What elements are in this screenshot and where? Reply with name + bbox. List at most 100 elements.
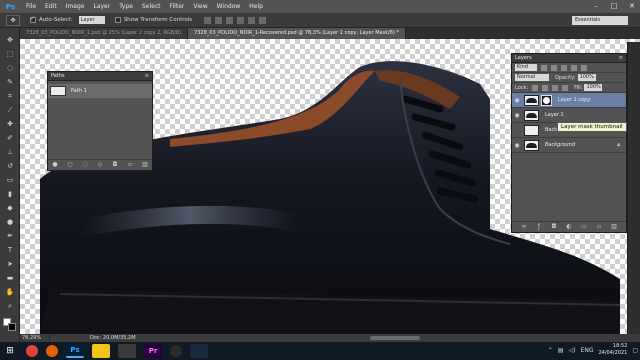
layer-mask-thumbnail[interactable] [541,94,552,106]
type-tool-icon[interactable]: T [5,246,15,254]
media-player-icon[interactable] [118,344,136,358]
filter-adjustment-icon[interactable] [551,64,557,71]
photoshop-taskbar-icon[interactable]: Ps [66,344,84,358]
group-icon[interactable]: ▭ [581,224,587,230]
make-work-path-icon[interactable]: ◇ [97,162,103,168]
filter-kind-dropdown[interactable]: Kind [515,64,537,71]
blend-mode-dropdown[interactable]: Normal [515,74,549,81]
layers-panel-title[interactable]: Layers [515,55,532,61]
auto-select-dropdown[interactable]: Layer [78,16,105,24]
gradient-tool-icon[interactable]: ▮ [5,190,15,198]
align-middle-icon[interactable] [215,16,223,24]
move-tool-icon[interactable]: ✥ [5,36,15,44]
layer-style-icon[interactable]: ƒ [536,224,542,230]
align-right-icon[interactable] [259,16,267,24]
eyedropper-tool-icon[interactable]: ⁄ [5,106,15,114]
windows-start-icon[interactable]: ⊞ [2,343,18,359]
layer-row[interactable]: ◉ Layer 1 copy [512,93,626,108]
horizontal-scrollbar[interactable] [370,336,420,340]
menu-edit[interactable]: Edit [45,3,57,10]
eye-icon[interactable]: ◉ [512,112,522,119]
eraser-tool-icon[interactable]: ▭ [5,176,15,184]
align-left-icon[interactable] [237,16,245,24]
new-layer-icon[interactable]: ▫ [596,224,602,230]
align-center-icon[interactable] [248,16,256,24]
zoom-level[interactable]: 78,29% [20,335,50,341]
obs-icon[interactable] [170,345,182,357]
firefox-icon[interactable] [46,345,58,357]
quick-select-tool-icon[interactable]: ✎ [5,78,15,86]
pen-tool-icon[interactable]: ✒ [5,232,15,240]
filter-pixel-icon[interactable] [541,64,547,71]
vegas-icon[interactable] [190,344,208,358]
lasso-tool-icon[interactable]: ◌ [5,64,15,72]
stroke-path-icon[interactable]: ○ [67,162,73,168]
load-selection-icon[interactable]: ◌ [82,162,88,168]
add-mask-icon[interactable]: ◘ [551,224,557,230]
filter-smart-object-icon[interactable] [581,64,587,71]
filter-shape-icon[interactable] [571,64,577,71]
menu-layer[interactable]: Layer [93,3,110,10]
zoom-tool-icon[interactable]: ⌕ [5,302,15,310]
healing-brush-tool-icon[interactable]: ✚ [5,120,15,128]
brush-tool-icon[interactable]: ✐ [5,134,15,142]
shape-tool-icon[interactable]: ▬ [5,274,15,282]
move-tool-preset-icon[interactable]: ✥ [6,14,20,26]
fill-field[interactable]: 100% [584,84,603,91]
menu-view[interactable]: View [193,3,207,10]
menu-type[interactable]: Type [119,3,133,10]
layer-row[interactable]: ◉ Layer 1 [512,108,626,123]
lock-position-icon[interactable] [552,84,559,91]
opacity-field[interactable]: 100% [577,74,596,81]
lock-image-icon[interactable] [542,84,549,91]
trash-icon[interactable]: ▥ [611,224,617,230]
eye-icon[interactable]: ◉ [512,142,522,149]
tab-document-1[interactable]: 7328_03_POLIDO_NOIR_1.psd @ 25% (Layer 2… [20,28,189,39]
blur-tool-icon[interactable]: ◆ [5,204,15,212]
new-path-icon[interactable]: ▫ [127,162,133,168]
background-color-swatch[interactable] [8,323,16,331]
marquee-tool-icon[interactable]: ⬚ [5,50,15,58]
chevron-up-icon[interactable]: ⌃ [548,347,553,354]
dodge-tool-icon[interactable]: ● [5,218,15,226]
history-brush-tool-icon[interactable]: ↺ [5,162,15,170]
panel-menu-icon[interactable]: ≡ [145,73,149,79]
layer-row[interactable]: ◉ Background 🔒︎ [512,138,626,153]
menu-file[interactable]: File [26,3,36,10]
add-mask-icon[interactable]: ◘ [112,162,118,168]
minimize-icon[interactable]: – [592,2,600,10]
premiere-taskbar-icon[interactable]: Pr [144,344,162,358]
lock-all-icon[interactable] [562,84,569,91]
paths-panel-header[interactable]: Paths ≡ [48,72,152,81]
align-bottom-icon[interactable] [226,16,234,24]
volume-icon[interactable]: ◁) [569,347,576,354]
lock-transparent-icon[interactable] [532,84,539,91]
chrome-icon[interactable] [26,345,38,357]
clock[interactable]: 18:52 24/04/2021 [599,343,628,357]
workspace-dropdown[interactable]: Essentials [572,16,628,25]
menu-filter[interactable]: Filter [170,3,185,10]
notifications-icon[interactable]: ▢ [632,347,638,354]
path-selection-tool-icon[interactable]: ➤ [5,260,15,268]
tab-document-2[interactable]: 7328_03_POLIDO_NOIR_1-Recovered.psd @ 78… [188,28,406,39]
layers-panel-header[interactable]: Layers ≡ [512,54,626,63]
path-item[interactable]: Path 1 [48,84,152,98]
language-indicator[interactable]: ENG [581,347,594,354]
show-transform-checkbox[interactable] [114,17,121,23]
network-icon[interactable]: ▤ [558,347,564,354]
adjustment-layer-icon[interactable]: ◐ [566,224,572,230]
file-explorer-icon[interactable] [92,344,110,358]
link-layers-icon[interactable]: ∞ [521,224,527,230]
trash-icon[interactable]: ▥ [142,162,148,168]
fill-path-icon[interactable]: ● [52,162,58,168]
auto-select-checkbox[interactable] [30,15,36,23]
maximize-icon[interactable]: □ [610,2,618,10]
hand-tool-icon[interactable]: ✋ [5,288,15,296]
menu-select[interactable]: Select [142,3,161,10]
close-icon[interactable]: ✕ [628,2,636,10]
menu-help[interactable]: Help [249,3,263,10]
clone-stamp-tool-icon[interactable]: ⊥ [5,148,15,156]
menu-window[interactable]: Window [217,3,241,10]
crop-tool-icon[interactable]: ⌗ [5,92,15,100]
menu-image[interactable]: Image [66,3,85,10]
